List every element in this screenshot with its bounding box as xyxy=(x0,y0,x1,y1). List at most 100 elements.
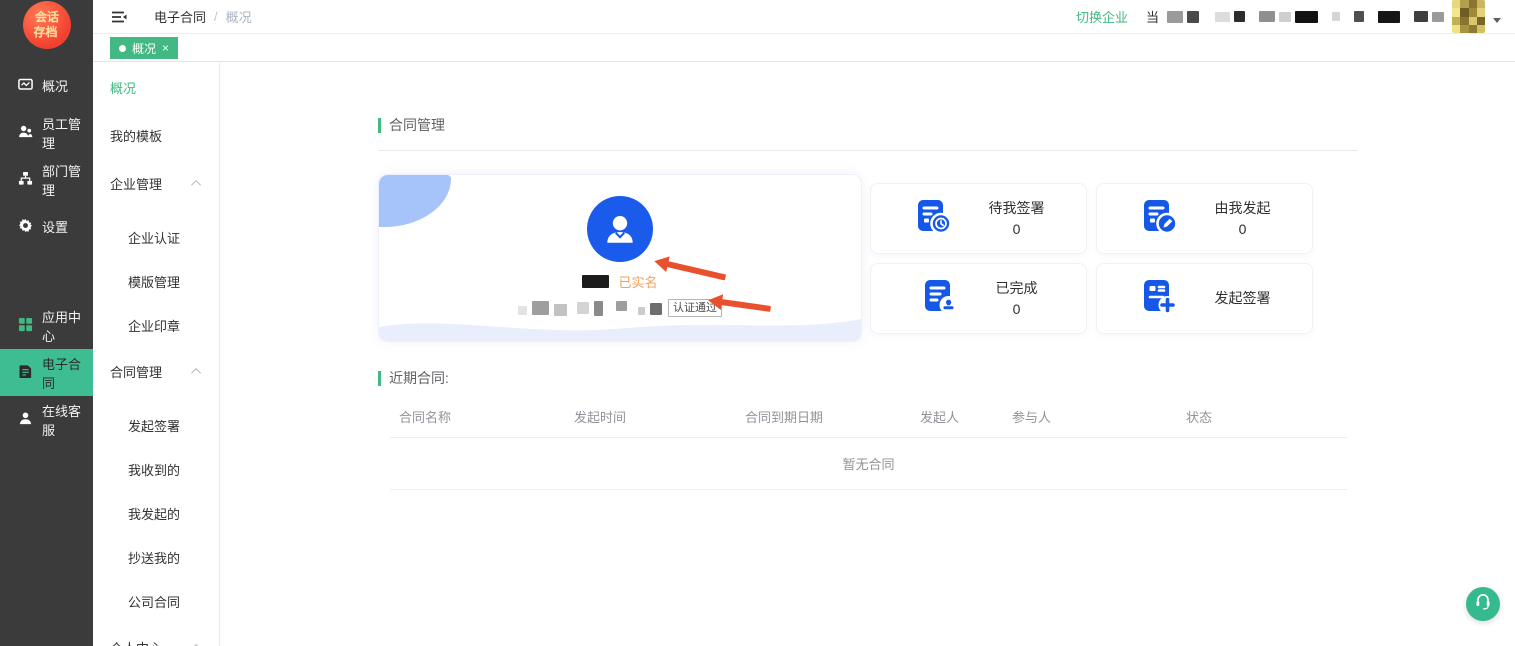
submenu-label: 公司合同 xyxy=(128,592,180,611)
switch-company-link[interactable]: 切换企业 xyxy=(1076,7,1128,26)
sidebar-item-label: 部门管理 xyxy=(42,161,93,199)
submenu-label: 抄送我的 xyxy=(128,548,180,567)
submenu-item-template-mgmt[interactable]: 模版管理 xyxy=(93,259,219,303)
submenu-group-enterprise-mgmt[interactable]: 企业管理 xyxy=(93,159,219,207)
customer-service-button[interactable] xyxy=(1466,587,1500,621)
dashboard-icon xyxy=(18,77,33,95)
breadcrumb-root[interactable]: 电子合同 xyxy=(154,7,206,26)
stat-card-initiated-by-me[interactable]: 由我发起 0 xyxy=(1096,183,1313,254)
doc-stamp-icon xyxy=(920,276,960,321)
submenu-item-overview[interactable]: 概况 xyxy=(93,63,219,111)
caret-down-icon[interactable] xyxy=(1493,18,1501,23)
submenu-label: 企业管理 xyxy=(110,174,162,193)
stat-card-completed[interactable]: 已完成 0 xyxy=(870,263,1087,334)
tab-label: 概况 xyxy=(132,40,156,57)
section-title-recent-contracts: 近期合同: xyxy=(378,368,1358,388)
submenu-item-cc-to-me[interactable]: 抄送我的 xyxy=(93,535,219,579)
secondary-sidebar: 概况 我的模板 企业管理 企业认证 模版管理 企业印章 合同管理 发起签署 我收… xyxy=(93,63,220,646)
top-bar: 电子合同 / 概况 切换企业 当 xyxy=(93,0,1515,34)
support-icon xyxy=(18,411,33,429)
breadcrumb-current[interactable]: 概况 xyxy=(226,7,252,26)
column-status: 状态 xyxy=(1177,407,1347,426)
user-avatar[interactable] xyxy=(1452,0,1485,33)
green-bar-icon xyxy=(378,118,381,133)
submenu-group-personal-center[interactable]: 个人中心 xyxy=(93,623,219,646)
sidebar-item-label: 概况 xyxy=(42,76,68,95)
sidebar-item-app-center[interactable]: 应用中心 xyxy=(0,302,93,349)
submenu-item-enterprise-seal[interactable]: 企业印章 xyxy=(93,303,219,347)
tab-overview[interactable]: 概况 × xyxy=(110,37,178,59)
stat-value: 0 xyxy=(1215,219,1271,239)
section-title-text: 近期合同: xyxy=(389,368,449,388)
submenu-item-initiate-sign[interactable]: 发起签署 xyxy=(93,403,219,447)
recent-contracts-table: 合同名称 发起时间 合同到期日期 发起人 参与人 状态 暂无合同 xyxy=(390,396,1347,490)
stat-card-start-signing[interactable]: 发起签署 xyxy=(1096,263,1313,334)
sidebar-item-employees[interactable]: 员工管理 xyxy=(0,109,93,156)
doc-edit-icon xyxy=(1139,196,1179,241)
sidebar-item-label: 员工管理 xyxy=(42,114,93,152)
chevron-up-icon xyxy=(191,367,201,377)
submenu-label: 模版管理 xyxy=(128,272,180,291)
section-title-contract-mgmt: 合同管理 xyxy=(378,115,1358,135)
app-root: 会话 存档 概况 员工管理 部门管理 xyxy=(0,0,1515,646)
sidebar-item-departments[interactable]: 部门管理 xyxy=(0,156,93,203)
sidebar-item-e-contract[interactable]: 电子合同 xyxy=(0,349,93,396)
stat-value: 0 xyxy=(989,219,1045,239)
breadcrumb: 电子合同 / 概况 xyxy=(154,7,252,26)
logo-line2: 存档 xyxy=(33,25,57,40)
submenu-label: 企业认证 xyxy=(128,228,180,247)
doc-clock-icon xyxy=(913,196,953,241)
logo-line1: 会话 xyxy=(35,10,59,25)
stat-label: 发起签署 xyxy=(1215,288,1271,308)
submenu-item-my-templates[interactable]: 我的模板 xyxy=(93,111,219,159)
column-initiator: 发起人 xyxy=(911,407,1003,426)
app-logo[interactable]: 会话 存档 xyxy=(23,1,71,49)
column-contract-name: 合同名称 xyxy=(390,407,565,426)
profile-card: 已实名 认证通过 xyxy=(378,174,862,342)
submenu-item-received[interactable]: 我收到的 xyxy=(93,447,219,491)
table-header-row: 合同名称 发起时间 合同到期日期 发起人 参与人 状态 xyxy=(390,396,1347,438)
sidebar-item-label: 设置 xyxy=(42,217,68,236)
submenu-label: 企业印章 xyxy=(128,316,180,335)
breadcrumb-separator: / xyxy=(214,9,218,24)
stat-card-pending-my-sign[interactable]: 待我签署 0 xyxy=(870,183,1087,254)
submenu-label: 概况 xyxy=(110,78,136,97)
redacted-company-name xyxy=(1167,11,1444,23)
submenu-label: 我收到的 xyxy=(128,460,180,479)
tab-active-dot-icon xyxy=(119,45,126,52)
divider xyxy=(378,150,1358,151)
empty-state: 暂无合同 xyxy=(390,438,1347,490)
submenu-item-enterprise-auth[interactable]: 企业认证 xyxy=(93,215,219,259)
submenu-item-company-contracts[interactable]: 公司合同 xyxy=(93,579,219,623)
submenu-label: 合同管理 xyxy=(110,362,162,381)
employees-icon xyxy=(18,124,33,142)
user-avatar-icon xyxy=(587,196,653,262)
submenu-label: 发起签署 xyxy=(128,416,180,435)
chevron-up-icon xyxy=(191,179,201,189)
submenu-label: 个人中心 xyxy=(110,638,162,646)
main-content: 合同管理 已实名 xyxy=(221,63,1515,646)
stats-grid: 待我签署 0 由我发起 0 xyxy=(870,183,1313,334)
sidebar-item-label: 电子合同 xyxy=(42,354,93,392)
collapse-menu-icon[interactable] xyxy=(110,8,128,26)
primary-sidebar: 会话 存档 概况 员工管理 部门管理 xyxy=(0,0,93,646)
sidebar-item-settings[interactable]: 设置 xyxy=(0,203,93,250)
sidebar-item-label: 应用中心 xyxy=(42,307,93,345)
submenu-label: 我发起的 xyxy=(128,504,180,523)
sidebar-item-overview[interactable]: 概况 xyxy=(0,62,93,109)
headset-icon xyxy=(1473,592,1493,617)
redacted-user-name xyxy=(582,275,609,288)
column-expiry-date: 合同到期日期 xyxy=(736,407,911,426)
sidebar-item-label: 在线客服 xyxy=(42,401,93,439)
contract-icon xyxy=(18,364,33,382)
sidebar-item-online-support[interactable]: 在线客服 xyxy=(0,396,93,443)
submenu-item-initiated-by-me[interactable]: 我发起的 xyxy=(93,491,219,535)
stat-label: 已完成 xyxy=(996,278,1038,298)
section-title-text: 合同管理 xyxy=(389,115,445,135)
stat-value: 0 xyxy=(996,299,1038,319)
doc-add-icon xyxy=(1139,276,1179,321)
submenu-group-contract-mgmt[interactable]: 合同管理 xyxy=(93,347,219,395)
tab-close-icon[interactable]: × xyxy=(162,41,169,55)
current-company-prefix: 当 xyxy=(1146,7,1159,26)
green-bar-icon xyxy=(378,371,381,386)
